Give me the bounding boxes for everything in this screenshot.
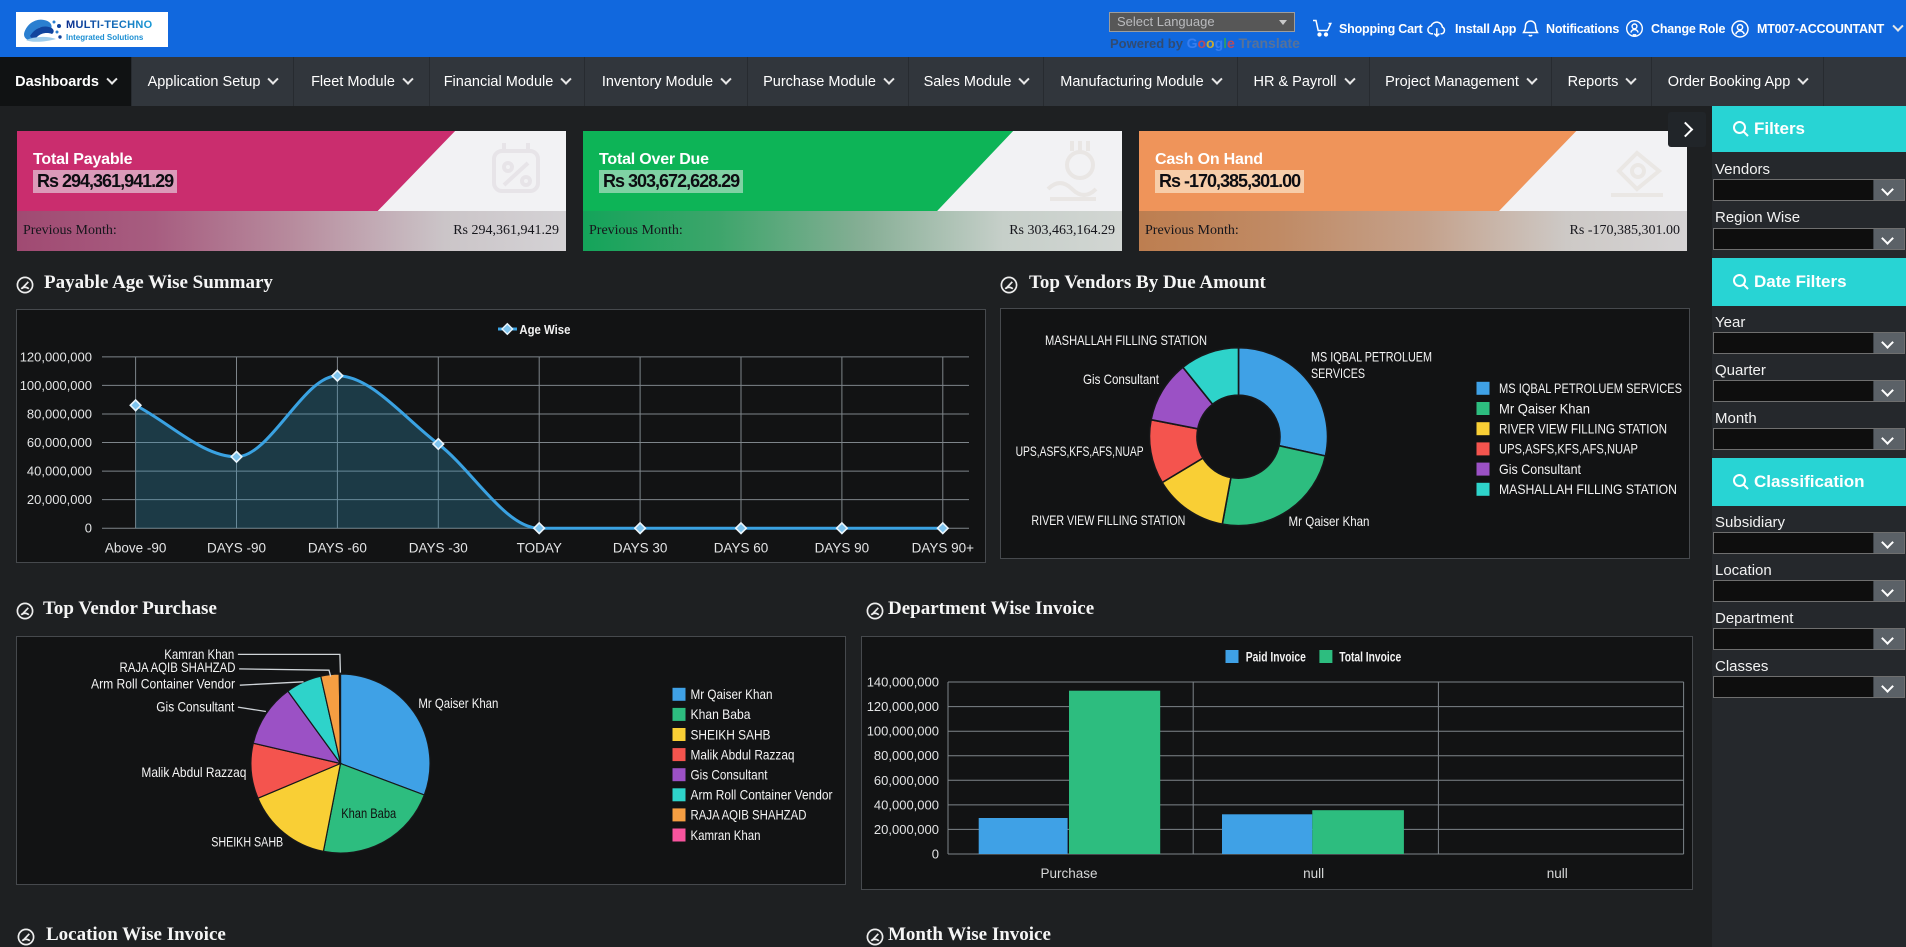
svg-text:MASHALLAH FILLING STATION: MASHALLAH FILLING STATION: [1499, 481, 1677, 497]
svg-text:Arm Roll Container Vendor: Arm Roll Container Vendor: [91, 676, 235, 692]
svg-text:MS IQBAL PETROLUEM SERVICES: MS IQBAL PETROLUEM SERVICES: [1499, 380, 1682, 396]
svg-text:Arm Roll Container Vendor: Arm Roll Container Vendor: [691, 787, 833, 803]
svg-text:Khan Baba: Khan Baba: [691, 706, 751, 722]
svg-text:40,000,000: 40,000,000: [27, 464, 92, 479]
svg-text:0: 0: [85, 521, 92, 536]
svg-text:DAYS 90+: DAYS 90+: [912, 541, 975, 556]
svg-text:100,000,000: 100,000,000: [20, 378, 92, 393]
svg-text:SHEIKH SAHB: SHEIKH SAHB: [691, 726, 771, 742]
svg-text:SERVICES: SERVICES: [1311, 365, 1365, 381]
svg-text:RAJA AQIB SHAHZAD: RAJA AQIB SHAHZAD: [120, 659, 236, 675]
svg-text:SHEIKH SAHB: SHEIKH SAHB: [211, 833, 283, 849]
svg-text:Mr Qaiser Khan: Mr Qaiser Khan: [418, 695, 498, 711]
svg-text:DAYS -60: DAYS -60: [308, 541, 367, 556]
svg-text:Gis Consultant: Gis Consultant: [156, 699, 234, 715]
svg-text:Purchase: Purchase: [1040, 866, 1097, 881]
svg-text:40,000,000: 40,000,000: [874, 797, 939, 812]
svg-text:20,000,000: 20,000,000: [27, 492, 92, 507]
svg-text:MS IQBAL PETROLUEM: MS IQBAL PETROLUEM: [1311, 349, 1432, 365]
svg-text:DAYS 30: DAYS 30: [613, 541, 668, 556]
svg-text:Gis Consultant: Gis Consultant: [1083, 371, 1159, 387]
svg-text:Above -90: Above -90: [105, 541, 167, 556]
svg-text:Gis Consultant: Gis Consultant: [1499, 461, 1581, 477]
svg-text:Age Wise: Age Wise: [519, 322, 570, 337]
svg-text:RAJA AQIB SHAHZAD: RAJA AQIB SHAHZAD: [691, 807, 807, 823]
svg-text:UPS,ASFS,KFS,AFS,NUAP: UPS,ASFS,KFS,AFS,NUAP: [1499, 441, 1638, 457]
svg-text:Mr Qaiser Khan: Mr Qaiser Khan: [1499, 400, 1590, 416]
svg-text:RIVER VIEW FILLING STATION: RIVER VIEW FILLING STATION: [1031, 512, 1185, 528]
svg-text:Gis Consultant: Gis Consultant: [691, 767, 768, 783]
svg-text:MULTI-TECHNO: MULTI-TECHNO: [66, 19, 153, 31]
svg-text:Integrated Solutions: Integrated Solutions: [66, 33, 144, 42]
svg-text:RIVER VIEW FILLING STATION: RIVER VIEW FILLING STATION: [1499, 421, 1667, 437]
svg-text:Khan Baba: Khan Baba: [341, 805, 396, 821]
svg-text:120,000,000: 120,000,000: [20, 349, 92, 364]
svg-text:DAYS -90: DAYS -90: [207, 541, 266, 556]
svg-text:TODAY: TODAY: [517, 541, 562, 556]
svg-text:Kamran Khan: Kamran Khan: [691, 827, 761, 843]
svg-text:MASHALLAH FILLING STATION: MASHALLAH FILLING STATION: [1045, 332, 1207, 348]
svg-text:UPS,ASFS,KFS,AFS,NUAP: UPS,ASFS,KFS,AFS,NUAP: [1016, 443, 1144, 459]
svg-text:120,000,000: 120,000,000: [867, 699, 939, 714]
svg-text:80,000,000: 80,000,000: [874, 748, 939, 763]
svg-text:Mr Qaiser Khan: Mr Qaiser Khan: [691, 686, 773, 702]
svg-text:null: null: [1303, 866, 1324, 881]
svg-text:Malik Abdul Razzaq: Malik Abdul Razzaq: [691, 746, 795, 762]
svg-text:Total Invoice: Total Invoice: [1339, 650, 1401, 665]
svg-text:60,000,000: 60,000,000: [27, 435, 92, 450]
svg-text:DAYS 90: DAYS 90: [815, 541, 870, 556]
svg-text:Malik Abdul Razzaq: Malik Abdul Razzaq: [141, 764, 246, 780]
svg-text:DAYS 60: DAYS 60: [714, 541, 769, 556]
svg-text:null: null: [1547, 866, 1568, 881]
svg-text:DAYS -30: DAYS -30: [409, 541, 468, 556]
svg-text:140,000,000: 140,000,000: [867, 675, 939, 690]
svg-text:100,000,000: 100,000,000: [867, 724, 939, 739]
svg-text:60,000,000: 60,000,000: [874, 773, 939, 788]
svg-text:Paid Invoice: Paid Invoice: [1246, 650, 1306, 665]
svg-text:80,000,000: 80,000,000: [27, 407, 92, 422]
svg-text:0: 0: [932, 847, 939, 862]
svg-text:Mr Qaiser Khan: Mr Qaiser Khan: [1289, 513, 1370, 529]
svg-text:20,000,000: 20,000,000: [874, 822, 939, 837]
